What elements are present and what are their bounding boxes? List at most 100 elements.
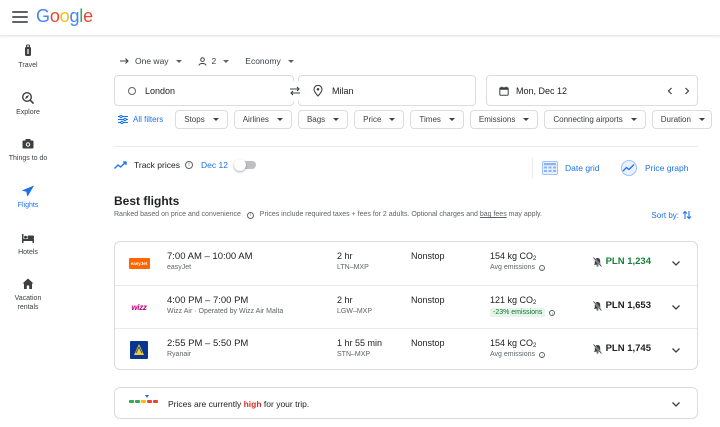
filter-bags[interactable]: Bags (297, 110, 349, 129)
flight-times: 2:55 PM – 5:50 PM (167, 338, 249, 349)
cabin-class-value: Economy (245, 56, 281, 66)
flight-duration: 1 hr 55 min (337, 338, 383, 348)
chip-label: Duration (660, 115, 691, 124)
co2-amount: 121 kg CO (490, 295, 534, 305)
price-note: Prices include required taxes + fees for… (259, 211, 478, 218)
info-icon[interactable]: i (539, 351, 546, 358)
co2-value: 154 kg CO2 (490, 338, 536, 349)
sidebar-item-label: Things to do (8, 155, 48, 162)
flight-stops: Nonstop (411, 251, 445, 261)
airline-name: Ryanair (167, 351, 192, 358)
cabin-class-select[interactable]: Economy (245, 56, 294, 66)
filter-duration[interactable]: Duration (651, 110, 712, 129)
chevron-down-icon (175, 59, 182, 63)
main-menu-icon[interactable] (12, 11, 28, 23)
passengers-value: 2 (211, 56, 217, 66)
sort-by-label: Sort by: (651, 210, 679, 220)
sidebar-item-label: Vacation rentals (14, 295, 42, 311)
co2-value: 154 kg CO2 (490, 251, 536, 262)
wizzair-wordmark: wizz (131, 302, 147, 312)
price-value: PLN 1,234 (605, 256, 651, 267)
departure-date-field[interactable]: Mon, Dec 12 (486, 75, 698, 106)
airline-name: Wizz Air · Operated by Wizz Air Malta (167, 308, 284, 315)
flight-row[interactable]: 2:55 PM – 5:50 PM Ryanair 1 hr 55 min ST… (115, 328, 697, 371)
insight-suffix: for your trip. (263, 399, 310, 409)
chevron-down-icon (333, 118, 340, 121)
filter-price[interactable]: Price (354, 110, 405, 129)
trip-type-select[interactable]: One way (120, 56, 182, 66)
ryanair-logo (128, 341, 150, 359)
swap-airports-button[interactable] (285, 81, 305, 101)
filter-stops[interactable]: Stops (175, 110, 228, 129)
airline-name: easyJet (167, 264, 192, 271)
date-grid-button[interactable]: Date grid (542, 157, 600, 179)
sidebar-item-things-to-do[interactable]: Things to do (0, 137, 56, 163)
destination-field[interactable]: Milan (298, 75, 476, 106)
all-filters-button[interactable]: All filters (114, 110, 169, 129)
emissions-text: Avg emissions (490, 351, 536, 358)
no-tracking-icon (592, 343, 602, 354)
camera-icon (22, 139, 34, 149)
price-insight-text: Prices are currently high for your trip. (168, 399, 309, 409)
sidebar-item-label: Travel (18, 62, 38, 69)
bag-fees-link[interactable]: bag fees (480, 211, 507, 218)
flight-price: PLN 1,234 (592, 256, 651, 267)
flight-row[interactable]: wizz 4:00 PM – 7:00 PM Wizz Air · Operat… (115, 285, 697, 328)
filter-times[interactable]: Times (410, 110, 464, 129)
google-logo[interactable]: Google (36, 6, 93, 27)
filter-connecting-airports[interactable]: Connecting airports (544, 110, 646, 129)
chip-label: Emissions (478, 115, 516, 124)
expand-details-icon[interactable] (671, 345, 681, 355)
info-icon[interactable]: i (246, 212, 254, 219)
chip-label: Bags (306, 115, 326, 124)
chip-label: Airlines (242, 115, 269, 124)
price-graph-label: Price graph (645, 163, 689, 173)
price-insight-banner[interactable]: Prices are currently high for your trip. (114, 387, 698, 419)
sort-by-button[interactable]: Sort by: (651, 210, 692, 220)
price-graph-button[interactable]: Price graph (620, 157, 688, 179)
co2-amount: 154 kg CO (490, 338, 534, 348)
sidebar-item-flights[interactable]: Flights (0, 184, 56, 210)
section-divider (114, 146, 698, 147)
co2-subscript: 2 (533, 256, 537, 262)
easyjet-wordmark: easyJet (128, 257, 150, 269)
track-prices-toggle[interactable] (233, 159, 256, 171)
chevron-down-icon (389, 118, 396, 121)
sidebar-item-explore[interactable]: Explore (0, 91, 56, 117)
toolbar-divider (532, 158, 533, 178)
sort-icon (682, 210, 692, 220)
info-icon[interactable]: i (549, 309, 556, 316)
no-tracking-icon (592, 256, 602, 267)
date-grid-label: Date grid (565, 163, 600, 173)
expand-details-icon[interactable] (671, 302, 681, 312)
chip-label: Times (419, 115, 441, 124)
info-icon[interactable]: i (184, 161, 193, 169)
origin-field[interactable]: London (114, 75, 294, 106)
flight-stops: Nonstop (411, 295, 445, 305)
price-value: PLN 1,745 (605, 343, 651, 354)
sidebar-item-label: Hotels (18, 249, 38, 256)
passengers-select[interactable]: 2 (198, 56, 230, 66)
location-pin-icon (313, 84, 323, 97)
next-date-icon[interactable] (684, 87, 690, 95)
chevron-down-icon (223, 59, 230, 63)
previous-date-icon[interactable] (667, 87, 673, 95)
info-icon[interactable]: i (539, 264, 546, 271)
flight-row[interactable]: easyJet 7:00 AM – 10:00 AM easyJet 2 hr … (115, 242, 697, 285)
filter-emissions[interactable]: Emissions (469, 110, 539, 129)
track-prices: Track prices i Dec 12 (114, 158, 256, 172)
results-subtext: Ranked based on price and convenience i … (114, 210, 554, 221)
house-icon (22, 278, 34, 289)
filter-airlines[interactable]: Airlines (233, 110, 292, 129)
sidebar-item-travel[interactable]: Travel (0, 44, 56, 70)
price-value: PLN 1,653 (605, 300, 651, 311)
origin-value: London (145, 85, 176, 96)
sidebar-item-vacation-rentals[interactable]: Vacation rentals (0, 277, 56, 312)
expand-details-icon[interactable] (671, 258, 681, 268)
sidebar-item-hotels[interactable]: Hotels (0, 231, 56, 257)
flight-price: PLN 1,653 (592, 300, 651, 311)
co2-amount: 154 kg CO (490, 251, 534, 261)
person-icon (198, 56, 207, 66)
sidebar-item-label: Explore (16, 109, 40, 116)
expand-insight-icon[interactable] (671, 399, 681, 409)
